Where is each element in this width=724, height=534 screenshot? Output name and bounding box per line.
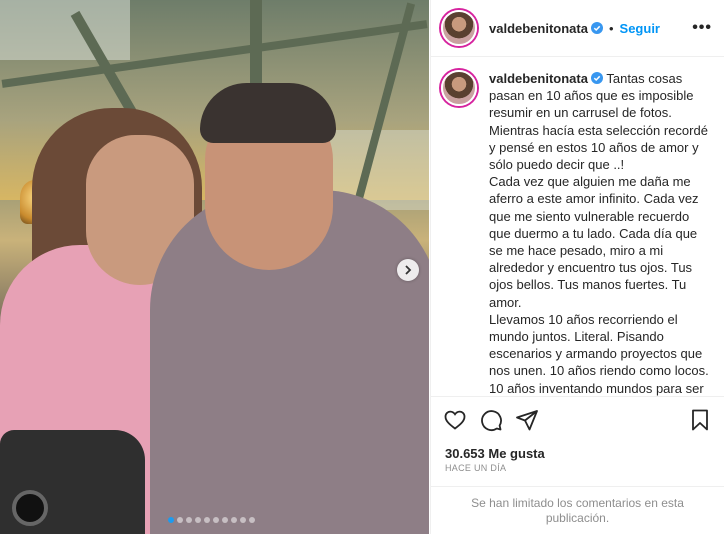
carousel-dot <box>240 517 246 523</box>
verified-badge-icon <box>590 72 603 84</box>
verified-badge-icon <box>590 22 603 34</box>
follow-button[interactable]: Seguir <box>620 21 660 36</box>
post-header: valdebenitonata • Seguir ••• <box>431 0 724 57</box>
post-actions <box>431 396 724 442</box>
caption-text: Tantas cosas pasan en 10 años que es imp… <box>489 71 709 396</box>
caption: valdebenitonata Tantas cosas pasan en 10… <box>489 70 710 396</box>
likes-count[interactable]: 30.653 Me gusta <box>445 446 545 461</box>
post-sidebar: valdebenitonata • Seguir ••• valdebenito… <box>430 0 724 534</box>
comment-icon[interactable] <box>479 408 503 432</box>
carousel-dot <box>195 517 201 523</box>
chevron-right-icon <box>405 265 412 275</box>
comments-limited-notice: Se han limitado los comentarios en esta … <box>431 486 724 534</box>
carousel-dot <box>249 517 255 523</box>
avatar[interactable] <box>441 10 477 46</box>
share-icon[interactable] <box>515 408 539 432</box>
bookmark-icon[interactable] <box>688 408 712 432</box>
carousel-dot <box>231 517 237 523</box>
carousel-indicator <box>168 517 255 523</box>
post-timestamp[interactable]: HACE UN DÍA <box>445 463 506 473</box>
post-photo[interactable] <box>0 0 429 534</box>
header-username[interactable]: valdebenitonata <box>489 21 588 36</box>
carousel-dot <box>186 517 192 523</box>
carousel-dot <box>177 517 183 523</box>
likes-label: Me gusta <box>488 446 545 461</box>
likes-number: 30.653 <box>445 446 485 461</box>
heart-icon[interactable] <box>443 408 467 432</box>
carousel-dot <box>204 517 210 523</box>
carousel-dot <box>168 517 174 523</box>
caption-username[interactable]: valdebenitonata <box>489 71 588 86</box>
photo-window <box>0 0 130 60</box>
caption-area: valdebenitonata Tantas cosas pasan en 10… <box>431 58 724 396</box>
header-separator: • <box>608 20 614 36</box>
more-options-button[interactable]: ••• <box>692 19 712 37</box>
carousel-dot <box>222 517 228 523</box>
man-hair <box>200 83 336 143</box>
camera-lens <box>12 490 48 526</box>
next-photo-button[interactable] <box>397 259 419 281</box>
carousel-dot <box>213 517 219 523</box>
caption-avatar[interactable] <box>441 70 477 106</box>
